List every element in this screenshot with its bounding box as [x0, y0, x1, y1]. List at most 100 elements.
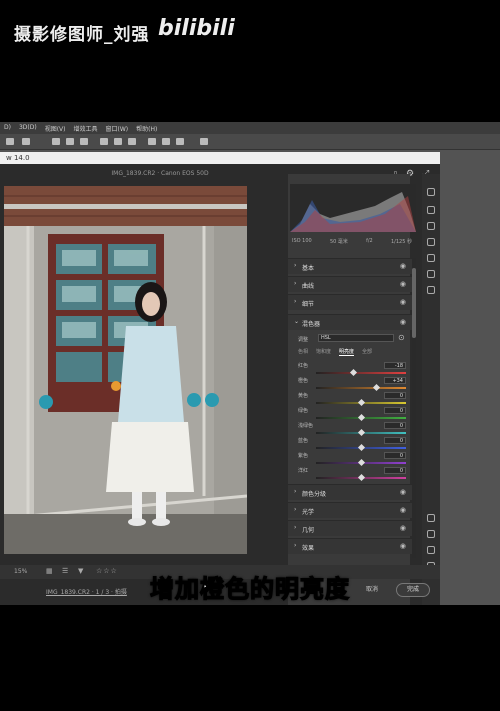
slider-label: 红色	[298, 363, 309, 369]
tab-luminance[interactable]: 明亮度	[339, 348, 355, 356]
chevron-right-icon: ›	[294, 542, 297, 549]
target-adjust-icon[interactable]: ⊙	[398, 333, 405, 342]
file-info: IMG_1839.CR2 · Canon EOS 50D	[111, 170, 209, 177]
exif-iso: ISO 100	[292, 238, 312, 244]
redeye-icon[interactable]	[427, 254, 435, 262]
slider-label: 绿色	[298, 408, 309, 414]
menu-item[interactable]: D)	[4, 124, 11, 132]
chevron-right-icon: ›	[294, 298, 297, 305]
menu-item[interactable]: 窗口(W)	[106, 124, 129, 133]
zoom-icon[interactable]	[427, 514, 435, 522]
slider-label: 蓝色	[298, 438, 309, 444]
slider-value-input[interactable]: -18	[384, 362, 406, 369]
distribute-icon[interactable]	[100, 138, 108, 145]
crop-icon[interactable]	[427, 206, 435, 214]
section-label: 效果	[302, 545, 315, 552]
section-label: 颜色分级	[302, 491, 327, 498]
screen-capture: D) 3D(D) 视图(V) 增效工具 窗口(W) 帮助(H) w 14.0 IMG_18…	[0, 122, 500, 605]
section-basic[interactable]: › 基本 ◉	[288, 258, 412, 274]
distribute-icon[interactable]	[128, 138, 136, 145]
section-label: 细节	[302, 301, 315, 308]
section-label: 光学	[302, 509, 315, 516]
exif-info: ISO 100 50 毫米 f/2 1/125 秒	[292, 238, 412, 245]
chevron-right-icon: ›	[294, 262, 297, 269]
slider-label: 浅绿色	[298, 423, 314, 429]
chevron-right-icon: ›	[294, 524, 297, 531]
menu-bar: D) 3D(D) 视图(V) 增效工具 窗口(W) 帮助(H)	[0, 122, 500, 134]
eye-icon[interactable]: ◉	[400, 506, 406, 514]
section-label: 曲线	[302, 283, 315, 290]
mask-icon[interactable]	[427, 238, 435, 246]
photo-preview[interactable]	[4, 186, 247, 554]
slider-label: 橙色	[298, 378, 309, 384]
section-geometry[interactable]: › 几何 ◉	[288, 520, 412, 536]
section-curve[interactable]: › 曲线 ◉	[288, 276, 412, 292]
slider-track[interactable]	[316, 387, 406, 389]
more-options-icon[interactable]	[427, 286, 435, 294]
slider-track[interactable]	[316, 372, 406, 374]
section-label: 混色器	[302, 321, 321, 328]
section-label: 基本	[302, 265, 315, 272]
menu-item[interactable]: 帮助(H)	[136, 124, 157, 133]
distribute-icon[interactable]	[114, 138, 122, 145]
tab-hue[interactable]: 色相	[298, 348, 308, 356]
section-color-grading[interactable]: › 颜色分级 ◉	[288, 484, 412, 500]
more-icon[interactable]	[200, 138, 208, 145]
eye-icon[interactable]: ◉	[400, 262, 406, 270]
edit-tool-icon[interactable]	[427, 188, 435, 196]
slider-value-input[interactable]: 0	[384, 452, 406, 459]
menu-item[interactable]: 增效工具	[74, 124, 98, 133]
eye-icon[interactable]: ◉	[400, 488, 406, 496]
tool-icon[interactable]	[22, 138, 30, 145]
eye-icon[interactable]: ◉	[400, 298, 406, 306]
color-mixer-tabs: 色相 饱和度 明亮度 全部	[298, 348, 410, 356]
slider-label: 紫色	[298, 453, 309, 459]
tab-all[interactable]: 全部	[362, 348, 372, 356]
slider-label: 黄色	[298, 393, 309, 399]
scrollbar-thumb[interactable]	[412, 268, 416, 338]
slider-value-input[interactable]: +34	[384, 377, 406, 384]
tool-icon[interactable]	[6, 138, 14, 145]
eyedropper-icon[interactable]	[427, 546, 435, 554]
menu-item[interactable]: 3D(D)	[19, 124, 37, 132]
bilibili-logo: bilibili	[158, 16, 235, 41]
panel-scrollbar[interactable]	[412, 258, 416, 558]
slider-value-input[interactable]: 0	[384, 407, 406, 414]
exif-aperture: f/2	[366, 238, 373, 244]
menu-item[interactable]: 视图(V)	[45, 124, 66, 133]
presets-icon[interactable]	[427, 270, 435, 278]
hand-icon[interactable]	[427, 530, 435, 538]
exif-shutter: 1/125 秒	[390, 239, 412, 245]
tab-saturation[interactable]: 饱和度	[316, 348, 331, 356]
adjust-select-value: HSL	[321, 335, 331, 341]
video-caption: 增加橙色的明亮度	[149, 574, 350, 603]
eye-icon[interactable]: ◉	[400, 524, 406, 532]
adjust-select[interactable]: HSL	[318, 334, 394, 342]
align-left-icon[interactable]	[52, 138, 60, 145]
slider-value-input[interactable]: 0	[384, 392, 406, 399]
section-detail[interactable]: › 细节 ◉	[288, 294, 412, 310]
align-center-icon[interactable]	[66, 138, 74, 145]
slider-value-input[interactable]: 0	[384, 467, 406, 474]
slider-label: 洋红	[298, 468, 309, 474]
eye-icon[interactable]: ◉	[400, 542, 406, 550]
slider-value-input[interactable]: 0	[384, 437, 406, 444]
eye-icon[interactable]: ◉	[400, 318, 406, 326]
camera-raw-title: w 14.0	[6, 154, 30, 162]
exif-focal: 50 毫米	[329, 239, 348, 245]
channel-watermark: 摄影修图师_刘强	[14, 25, 150, 45]
distribute-icon[interactable]	[148, 138, 156, 145]
eye-icon[interactable]: ◉	[400, 280, 406, 288]
section-optics[interactable]: › 光学 ◉	[288, 502, 412, 518]
section-effects[interactable]: › 效果 ◉	[288, 538, 412, 554]
chevron-right-icon: ›	[294, 488, 297, 495]
distribute-icon[interactable]	[162, 138, 170, 145]
adjust-label: 调整	[298, 337, 309, 343]
heal-icon[interactable]	[427, 222, 435, 230]
chevron-right-icon: ›	[294, 280, 297, 287]
align-right-icon[interactable]	[80, 138, 88, 145]
distribute-icon[interactable]	[176, 138, 184, 145]
section-color-mixer[interactable]: ⌄ 混色器 ◉	[288, 314, 412, 330]
camera-raw-title-bar: w 14.0	[0, 152, 440, 164]
slider-value-input[interactable]: 0	[384, 422, 406, 429]
